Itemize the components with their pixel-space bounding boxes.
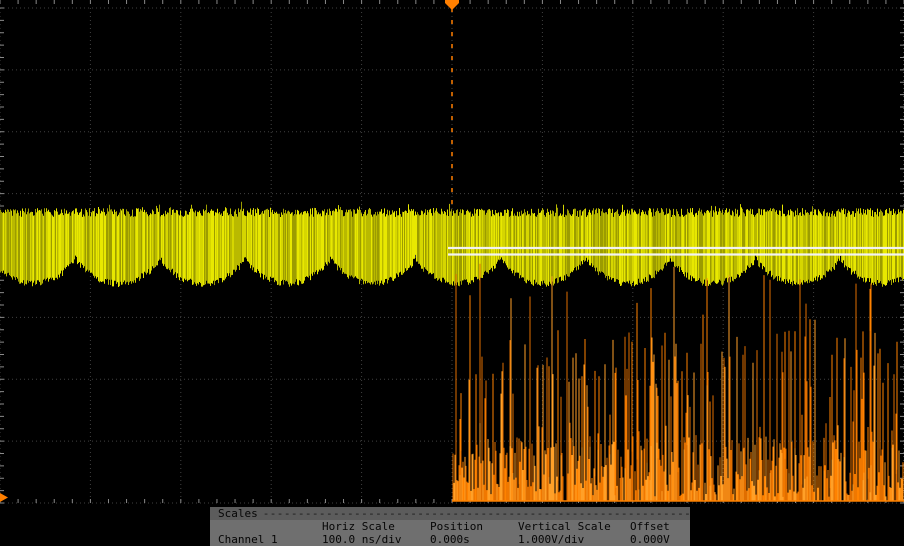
channel1-horiz-scale: 100.0 ns/div [322, 533, 402, 546]
scales-panel-divider: ----------------------------------------… [262, 507, 690, 520]
channel1-vertical-scale: 1.000V/div [518, 533, 585, 546]
scales-panel-title: Scales [218, 507, 258, 520]
channel1-offset: 0.000V [630, 533, 670, 546]
header-vertical-scale: Vertical Scale [518, 520, 611, 533]
header-name [218, 520, 322, 533]
header-position: Position [430, 520, 483, 533]
scales-header-row: Horiz Scale Position Vertical Scale Offs… [210, 520, 690, 533]
header-horiz-scale: Horiz Scale [322, 520, 395, 533]
channel1-position: 0.000s [430, 533, 470, 546]
scales-panel-title-row: Scales ---------------------------------… [210, 507, 690, 520]
oscilloscope-screen: Scales ---------------------------------… [0, 0, 904, 546]
waveform-display [0, 0, 904, 504]
channel1-scales-row: Channel 1 100.0 ns/div 0.000s 1.000V/div… [210, 533, 690, 546]
scales-panel: Scales ---------------------------------… [210, 507, 690, 546]
channel1-label: Channel 1 [218, 533, 278, 546]
header-offset: Offset [630, 520, 670, 533]
channel-ground-marker-icon[interactable] [0, 493, 8, 502]
